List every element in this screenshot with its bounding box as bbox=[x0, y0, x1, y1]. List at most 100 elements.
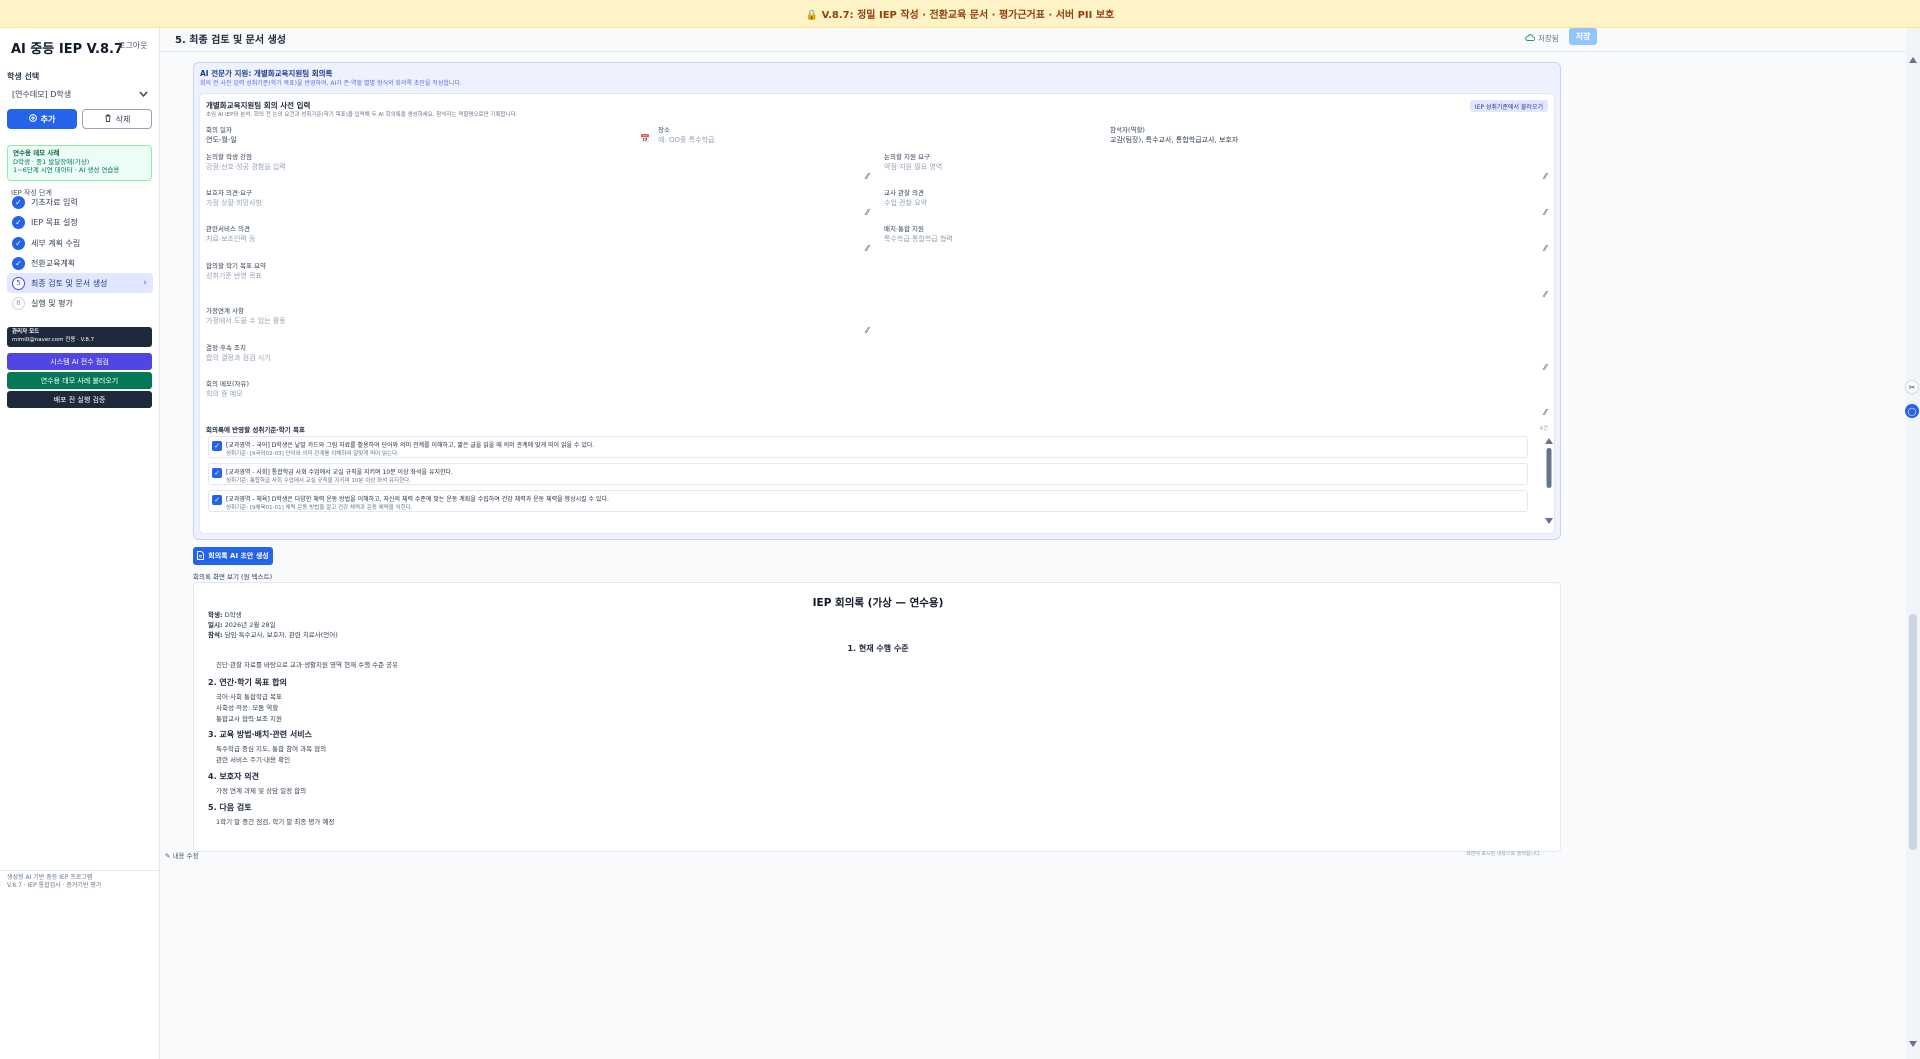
step-detail-plan[interactable]: ✓ 세부 계획 수립 bbox=[7, 233, 153, 253]
predeploy-test-button[interactable]: 배포 전 실행 검증 bbox=[7, 391, 152, 408]
step-final-review[interactable]: 5 최종 검토 및 문서 생성 › bbox=[7, 273, 153, 293]
teacher-textarea[interactable]: 수업·관찰 요약 bbox=[884, 198, 927, 208]
meta-attendees: 참석: 담임·특수교사, 보호자, 관련 치료사(언어) bbox=[208, 629, 338, 639]
chevron-down-icon bbox=[139, 90, 148, 99]
calendar-icon[interactable]: 📅 bbox=[640, 134, 650, 143]
step-iep-goals[interactable]: ✓ IEP 목표 설정 bbox=[7, 212, 153, 232]
page-scrollbar[interactable] bbox=[1906, 28, 1920, 1059]
meta-student: 학생: D학생 bbox=[208, 609, 242, 619]
resize-handle-icon[interactable]: ⁄⁄ bbox=[1544, 408, 1547, 417]
delete-student-button[interactable]: 삭제 bbox=[82, 109, 152, 129]
resize-handle-icon[interactable]: ⁄⁄ bbox=[866, 244, 869, 253]
step-label: 세부 계획 수립 bbox=[31, 238, 81, 248]
student-select-value: [연수데모] D학생 bbox=[12, 89, 72, 99]
guardian-label: 보호자 의견·요구 bbox=[206, 189, 252, 197]
scissors-icon[interactable]: ✂ bbox=[1905, 380, 1919, 394]
meta-date: 일시: 2026년 2월 28일 bbox=[208, 619, 276, 629]
step-number: 5 bbox=[12, 276, 25, 290]
resize-handle-icon[interactable]: ⁄⁄ bbox=[1544, 172, 1547, 181]
demo-title: 연수용 데모 사례 bbox=[13, 149, 60, 157]
step-label: IEP 목표 설정 bbox=[31, 217, 78, 227]
main-content: 5. 최종 검토 및 문서 생성 저장됨 저장 AI 전문가 지원: 개별화교육… bbox=[161, 28, 1906, 1059]
scrollbar-thumb[interactable] bbox=[1909, 614, 1917, 850]
goal-standard: 성취기준: [9국어02-03] 단어와 의미 관계를 이해하여 알맞게 띄어 … bbox=[226, 451, 399, 457]
decision-label: 결정·후속 조치 bbox=[206, 344, 247, 352]
home-textarea[interactable]: 가정에서 도울 수 있는 활동 bbox=[206, 316, 286, 326]
place-input[interactable]: 예: OO중 특수학급 bbox=[658, 135, 714, 145]
section-3-item: 특수학급 중심 지도, 통합 참여 과목 협의 bbox=[216, 745, 327, 753]
support-label: 논의할 지원 요구 bbox=[884, 153, 930, 161]
step-transition-plan[interactable]: ✓ 전환교육계획 bbox=[7, 253, 153, 273]
meta-student-value: D학생 bbox=[224, 611, 242, 619]
sidebar: AI 중등 IEP V.8.7 로그아웃 학생 선택 [연수데모] D학생 추가… bbox=[0, 28, 160, 1059]
goal-item[interactable]: ✓ [교과영역 - 사회] 통합학급 사회 수업에서 교실 규칙을 지키며 10… bbox=[208, 463, 1528, 485]
admin-mode-badge: 관리자 모드 mimi0@naver.com 전용 · V.8.7 bbox=[7, 327, 152, 347]
home-label: 가정연계 사항 bbox=[206, 307, 244, 315]
goal-text: [교과영역 - 국어] D학생은 낱말 카드와 그림 자료를 활용하여 단어와 … bbox=[226, 442, 595, 449]
resize-handle-icon[interactable]: ⁄⁄ bbox=[1544, 290, 1547, 299]
plus-circle-icon bbox=[28, 114, 37, 124]
demo-case-card: 연수용 데모 사례 D학생 · 중1 발달장애(가상) 1~6단계 시연 데이터… bbox=[7, 145, 152, 181]
student-select[interactable]: [연수데모] D학생 bbox=[7, 85, 153, 103]
demo-line2: 1~6단계 시연 데이터 · AI 생성 연습용 bbox=[13, 166, 120, 174]
services-textarea[interactable]: 치료·보조인력 등 bbox=[206, 234, 256, 244]
resize-handle-icon[interactable]: ⁄⁄ bbox=[1544, 363, 1547, 372]
checkbox-checked-icon[interactable]: ✓ bbox=[212, 495, 222, 505]
checkbox-checked-icon[interactable]: ✓ bbox=[212, 441, 222, 451]
meeting-input-card: 개별화교육지원팀 회의 사전 입력 초임 AI IEP와 분석, 회의 전 논의… bbox=[199, 93, 1555, 534]
step-basic-input[interactable]: ✓ 기초자료 입력 bbox=[7, 192, 153, 212]
section-2-item: 국어·사회 통합학급 목표 bbox=[216, 693, 282, 701]
resize-handle-icon[interactable]: ⁄⁄ bbox=[866, 326, 869, 335]
goal-item[interactable]: ✓ [교과영역 - 국어] D학생은 낱말 카드와 그림 자료를 활용하여 단어… bbox=[208, 436, 1528, 458]
system-check-button[interactable]: 시스템 AI 전수 점검 bbox=[7, 353, 152, 370]
panel-subtitle: 회의 전 사전 입력 성취기준(학기 목표)을 반영하여, AI가 존·역할 별… bbox=[200, 80, 462, 87]
services-label: 관련서비스 의견 bbox=[206, 225, 250, 233]
goals-summary-textarea[interactable]: 성취기준 반영 목표 bbox=[206, 271, 262, 281]
memo-label: 회의 메모(자유) bbox=[206, 380, 250, 388]
cloud-icon bbox=[1525, 34, 1536, 43]
add-label: 추가 bbox=[40, 114, 56, 124]
save-button[interactable]: 저장 bbox=[1569, 28, 1597, 45]
teacher-label: 교사 관찰 의견 bbox=[884, 189, 925, 197]
scroll-up-icon[interactable] bbox=[1908, 56, 1918, 64]
add-student-button[interactable]: 추가 bbox=[7, 109, 77, 129]
placement-textarea[interactable]: 특수학급·통합학급 협력 bbox=[884, 234, 953, 244]
version-banner: 🔒 V.8.7: 정밀 IEP 작성 · 전환교육 문서 · 평가근거표 · 서… bbox=[0, 0, 1920, 28]
section-2-heading: 2. 연간·학기 목표 합의 bbox=[208, 678, 287, 687]
support-textarea[interactable]: 약점·지원 필요 영역 bbox=[884, 162, 942, 172]
memo-textarea[interactable]: 회의 중 메모 bbox=[206, 389, 243, 399]
delete-label: 삭제 bbox=[115, 114, 131, 124]
section-3-heading: 3. 교육 방법·배치·관련 서비스 bbox=[208, 730, 312, 739]
date-field[interactable]: 연도-월-일 bbox=[206, 135, 237, 145]
decision-textarea[interactable]: 합의 결정과 점검 시기 bbox=[206, 353, 271, 363]
section-2-item: 통합교사 협력·보조 지원 bbox=[216, 715, 282, 723]
meta-attend-value: 담임·특수교사, 보호자, 관련 치료사(언어) bbox=[224, 631, 338, 639]
attendees-label: 참석자(역할) bbox=[1110, 126, 1145, 134]
goal-item[interactable]: ✓ [교과영역 - 체육] D학생은 다양한 체력 운동 방법을 이해하고, 자… bbox=[208, 490, 1528, 512]
card-subtitle: 초임 AI IEP와 분석, 회의 전 논의 요건과·성취기준(학기 목표)을 … bbox=[206, 112, 518, 118]
load-standards-button[interactable]: IEP 성취기준에서 불러오기 bbox=[1469, 100, 1548, 112]
demo-line1: D학생 · 중1 발달장애(가상) bbox=[13, 157, 90, 166]
generate-minutes-button[interactable]: 회의록 AI 초안 생성 bbox=[193, 547, 273, 565]
scroll-down-icon[interactable] bbox=[1908, 1040, 1918, 1048]
resize-handle-icon[interactable]: ⁄⁄ bbox=[1544, 244, 1547, 253]
goal-text: [교과영역 - 체육] D학생은 다양한 체력 운동 방법을 이해하고, 자신의… bbox=[226, 496, 609, 503]
resize-handle-icon[interactable]: ⁄⁄ bbox=[1544, 208, 1547, 217]
page-title: 5. 최종 검토 및 문서 생성 bbox=[175, 35, 286, 46]
goal-standard: 성취기준: 통합학급 사회 수업에서 교실 규칙을 지키며 10분 이상 좌석 … bbox=[226, 478, 411, 484]
step-execute-evaluate[interactable]: 6 실행 및 평가 bbox=[7, 293, 153, 313]
strengths-textarea[interactable]: 강점·선호·성공 경험을 입력 bbox=[206, 162, 286, 172]
guardian-textarea[interactable]: 가정 상황·희망사항 bbox=[206, 198, 262, 208]
goal-standard: 성취기준: [9체육01-01] 체력 운동 방법을 알고 건강 체력과 운동 … bbox=[226, 505, 413, 511]
load-demo-button[interactable]: 연수용 데모 사례 불러오기 bbox=[7, 372, 152, 389]
top-divider bbox=[161, 51, 1906, 52]
section-3-item: 관련 서비스 주기·내용 확인 bbox=[216, 756, 291, 764]
resize-handle-icon[interactable]: ⁄⁄ bbox=[866, 172, 869, 181]
logout-link[interactable]: 로그아웃 bbox=[118, 40, 147, 51]
chat-icon[interactable]: ◯ bbox=[1905, 404, 1919, 418]
checkbox-checked-icon[interactable]: ✓ bbox=[212, 468, 222, 478]
goals-scrollbar[interactable] bbox=[1544, 436, 1554, 526]
resize-handle-icon[interactable]: ⁄⁄ bbox=[866, 208, 869, 217]
attendees-input[interactable]: 교감(팀장), 특수교사, 통합학급교사, 보호자 bbox=[1110, 135, 1238, 145]
edit-content-link[interactable]: ✎ 내용 수정 bbox=[165, 850, 199, 860]
